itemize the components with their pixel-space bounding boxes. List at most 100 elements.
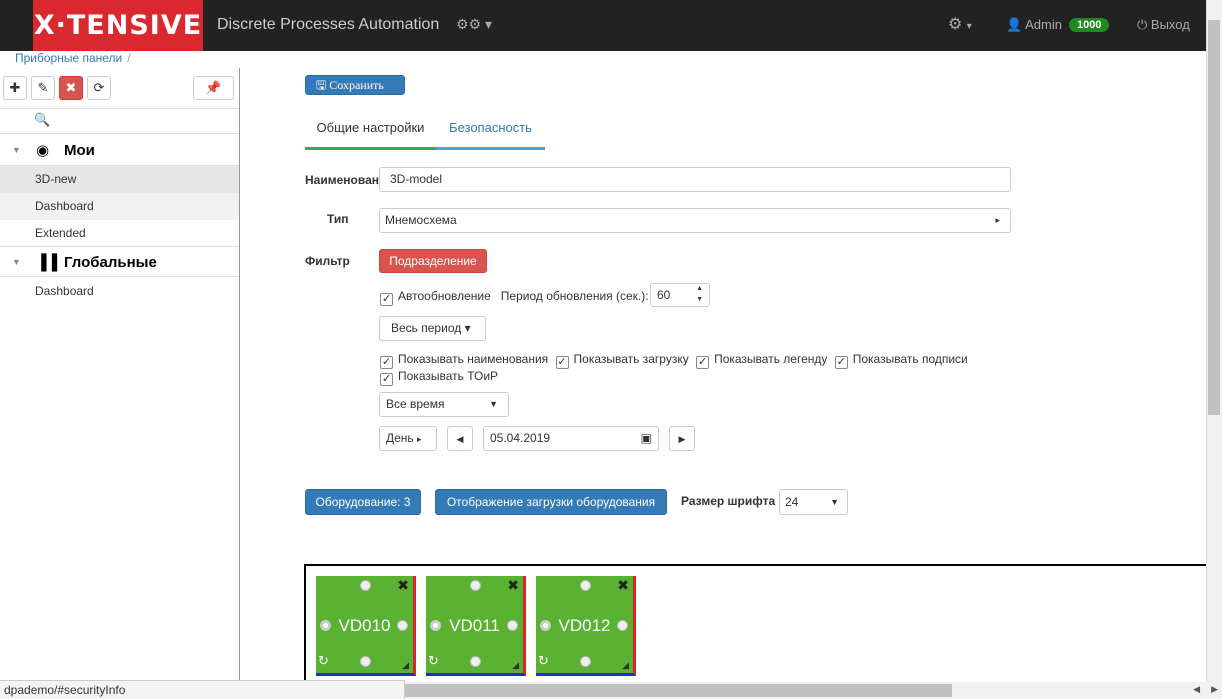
autorefresh-checkbox[interactable]: ✓ [380, 293, 393, 306]
edit-button[interactable]: ✎ [31, 76, 55, 100]
port-dot[interactable] [507, 620, 518, 631]
port-dot[interactable] [580, 656, 591, 667]
period-label: Период обновления (сек.): [500, 289, 649, 303]
group-label: Глобальные [64, 254, 157, 271]
app-title[interactable]: Discrete Processes Automation [217, 16, 439, 34]
period-unit-button[interactable]: День ▸ [379, 426, 437, 451]
date-input[interactable]: 05.04.2019 ▣ [483, 426, 659, 451]
refresh-button[interactable]: ⟳ [87, 76, 111, 100]
time-select[interactable]: Все время ▼ [379, 392, 509, 417]
port-dot[interactable] [470, 580, 481, 591]
port-dot[interactable] [360, 656, 371, 667]
brand-logo[interactable]: X·TENSIVE [33, 0, 203, 51]
notification-badge[interactable]: 1000 [1069, 18, 1110, 32]
time-value: Все время [386, 397, 445, 411]
scroll-left-icon[interactable]: ◀ [1193, 684, 1200, 695]
close-icon[interactable]: ✖ [507, 577, 519, 594]
type-select[interactable]: Мнемосхема ▸ [379, 208, 1011, 233]
spinner-icon[interactable]: ▲ ▼ [696, 283, 703, 305]
caret-down-icon: ▼ [12, 145, 21, 155]
sidebar-item-3d-new[interactable]: 3D-new [0, 166, 239, 193]
toir-row: ✓ Показывать ТОиР [380, 369, 498, 386]
port-dot[interactable] [470, 656, 481, 667]
range-dropdown[interactable]: Весь период ▾ [379, 316, 486, 341]
user-menu[interactable]: 👤 Admin [1006, 17, 1062, 33]
show-toir-checkbox[interactable]: ✓ [380, 373, 393, 386]
next-date-button[interactable]: ▶ [669, 426, 695, 451]
font-size-label: Размер шрифта [681, 494, 776, 508]
name-label: Наименован [305, 173, 379, 187]
close-icon: ✖ [65, 80, 77, 95]
breadcrumb-link[interactable]: Приборные панели [15, 51, 122, 65]
resize-icon[interactable]: ◢ [402, 660, 409, 671]
dashboard-icon: ◉ [36, 142, 50, 159]
autorefresh-label: Автообновление [398, 289, 491, 303]
equipment-tile[interactable]: ✖ VD010 ↻ ◢ [316, 576, 416, 676]
font-size-value: 24 [785, 495, 799, 509]
show-captions-label: Показывать подписи [852, 352, 968, 366]
equipment-tile[interactable]: ✖ VD012 ↻ ◢ [536, 576, 636, 676]
caret-down-icon: ▼ [12, 257, 21, 267]
load-display-button[interactable]: Отображение загрузки оборудования [435, 489, 667, 515]
close-icon[interactable]: ✖ [617, 577, 629, 594]
port-dot[interactable] [580, 580, 591, 591]
sidebar-item-global-dashboard[interactable]: Dashboard [0, 278, 239, 305]
add-button[interactable]: ✚ [3, 76, 27, 100]
show-captions-checkbox[interactable]: ✓ [834, 356, 848, 369]
caret-down-icon: ▼ [830, 497, 839, 507]
port-dot[interactable] [617, 620, 628, 631]
pin-button[interactable]: 📌 [193, 76, 234, 100]
options-row: ✓ Показывать наименования ✓ Показывать заг… [380, 352, 968, 369]
resize-icon[interactable]: ◢ [512, 660, 519, 671]
logout-link[interactable]: ⏻ Выход [1137, 17, 1190, 33]
show-names-checkbox[interactable]: ✓ [380, 356, 393, 369]
rotate-icon[interactable]: ↻ [538, 653, 549, 669]
show-load-checkbox[interactable]: ✓ [555, 356, 569, 369]
user-icon: 👤 [1006, 17, 1023, 32]
scroll-right-icon[interactable]: ▶ [1211, 684, 1218, 695]
period-input[interactable]: 60 ▲ ▼ [650, 283, 710, 307]
calendar-icon[interactable]: ▣ [641, 427, 652, 450]
delete-button[interactable]: ✖ [59, 76, 83, 100]
name-input[interactable]: 3D-model [379, 167, 1011, 192]
sidebar-item-extended[interactable]: Extended [0, 220, 239, 247]
port-dot[interactable] [397, 620, 408, 631]
save-button[interactable]: 🖫 Сохранить [305, 75, 405, 95]
floppy-icon: 🖫 [316, 78, 327, 92]
horizontal-scroll-thumb[interactable] [405, 684, 952, 697]
caret-down-icon: ▼ [489, 399, 498, 409]
close-icon[interactable]: ✖ [397, 577, 409, 594]
font-size-select[interactable]: 24 ▼ [779, 489, 848, 515]
show-legend-checkbox[interactable]: ✓ [696, 356, 710, 369]
caret-right-icon: ▸ [995, 215, 1000, 225]
department-filter-button[interactable]: Подразделение [379, 249, 487, 273]
resize-icon[interactable]: ◢ [622, 660, 629, 671]
type-value: Мнемосхема [385, 213, 457, 227]
equipment-button[interactable]: Оборудование: 3 [305, 489, 421, 515]
search-icon: 🔍 [34, 112, 51, 127]
rotate-icon[interactable]: ↻ [428, 653, 439, 669]
port-dot[interactable] [360, 580, 371, 591]
group-global[interactable]: ▼ ▐▐ Глобальные [0, 246, 239, 277]
logout-label: Выход [1150, 17, 1190, 32]
group-my[interactable]: ▼ ◉ Мои [0, 135, 239, 166]
rotate-icon[interactable]: ↻ [318, 653, 329, 669]
sidebar-search[interactable]: 🔍 [0, 108, 239, 134]
status-url: dpademo/#securityInfo [0, 680, 405, 699]
tab-general[interactable]: Общие настройки [305, 114, 436, 150]
caret-right-icon: ▶ [678, 434, 686, 444]
prev-date-button[interactable]: ◀ [447, 426, 473, 451]
tab-security[interactable]: Безопасность [436, 114, 545, 150]
pin-icon: 📌 [205, 80, 222, 95]
equipment-tile[interactable]: ✖ VD011 ↻ ◢ [426, 576, 526, 676]
cogs-menu[interactable]: ⚙⚙ ▾ [456, 16, 492, 33]
cogs-icon: ⚙⚙ [456, 16, 482, 32]
chevron-down-icon: ▾ [966, 21, 972, 32]
sidebar-item-dashboard[interactable]: Dashboard [0, 193, 239, 220]
breadcrumb: Приборные панели / [15, 51, 131, 65]
power-icon: ⏻ [1137, 17, 1148, 32]
save-label: Сохранить [329, 78, 384, 92]
period-value: 60 [657, 288, 671, 302]
vertical-scroll-thumb[interactable] [1208, 20, 1220, 415]
settings-menu[interactable]: ⚙ ▾ [948, 14, 972, 34]
